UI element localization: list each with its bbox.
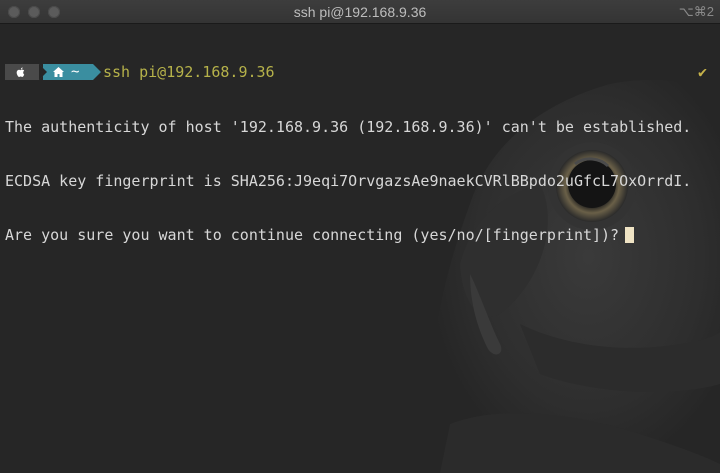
text-cursor[interactable] — [625, 227, 635, 243]
terminal-content[interactable]: ~ ssh pi@192.168.9.36 ✔ The authenticity… — [5, 27, 715, 280]
confirm-prompt-text: Are you sure you want to continue connec… — [5, 226, 620, 244]
prompt-command: ssh pi@192.168.9.36 — [103, 63, 275, 81]
home-icon — [53, 67, 64, 77]
prompt-directory: ~ — [71, 64, 80, 80]
prompt-segment-directory: ~ — [39, 64, 101, 80]
apple-icon — [16, 67, 25, 77]
prompt-line: ~ ssh pi@192.168.9.36 ✔ — [5, 63, 715, 82]
output-line-confirm-prompt: Are you sure you want to continue connec… — [5, 226, 715, 244]
status-check-icon: ✔ — [697, 63, 707, 81]
window-shortcut: ⌥⌘2 — [678, 4, 714, 19]
output-line-authenticity: The authenticity of host '192.168.9.36 (… — [5, 118, 692, 136]
prompt-segment-os — [5, 64, 47, 80]
terminal-window: ssh pi@192.168.9.36 ⌥⌘2 ~ ssh pi@192.168… — [0, 0, 720, 473]
title-bar[interactable]: ssh pi@192.168.9.36 ⌥⌘2 — [0, 0, 720, 24]
window-title: ssh pi@192.168.9.36 — [293, 4, 427, 20]
output-line-fingerprint: ECDSA key fingerprint is SHA256:J9eqi7Or… — [5, 172, 692, 190]
